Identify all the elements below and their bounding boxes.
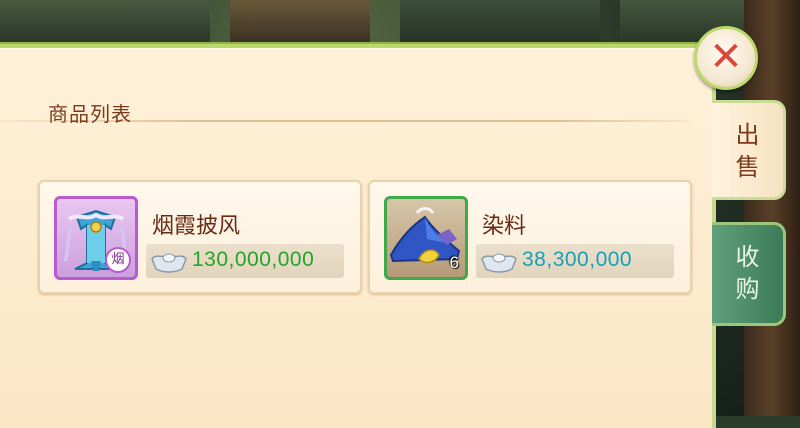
background-roof [400, 0, 600, 47]
close-button[interactable]: ✕ [694, 26, 758, 90]
item-badge: 烟 [105, 247, 131, 273]
section-title: 商品列表 [48, 102, 132, 126]
background-roof [0, 0, 210, 47]
item-card[interactable]: 6 染料 38,300,000 [368, 180, 692, 294]
tab-sell[interactable]: 出售 [712, 100, 786, 200]
tab-buy-label: 收购 [735, 243, 760, 303]
background-roof [230, 0, 370, 47]
item-price: 38,300,000 [522, 248, 633, 271]
item-name: 烟霞披风 [152, 214, 241, 239]
price-bar: 130,000,000 [146, 244, 344, 278]
item-icon-frame[interactable]: 烟 [54, 196, 138, 280]
price-bar: 38,300,000 [476, 244, 674, 278]
item-icon-frame[interactable]: 6 [384, 196, 468, 280]
tab-buy[interactable]: 收购 [712, 222, 786, 326]
item-card[interactable]: 烟 烟霞披风 130,000,000 [38, 180, 362, 294]
silver-ingot-icon [481, 253, 517, 273]
silver-ingot-icon [151, 253, 187, 273]
tab-sell-label: 出售 [735, 121, 760, 181]
item-price: 130,000,000 [192, 248, 315, 271]
stack-count: 6 [449, 253, 459, 272]
item-name: 染料 [482, 214, 527, 239]
close-icon: ✕ [709, 34, 743, 80]
